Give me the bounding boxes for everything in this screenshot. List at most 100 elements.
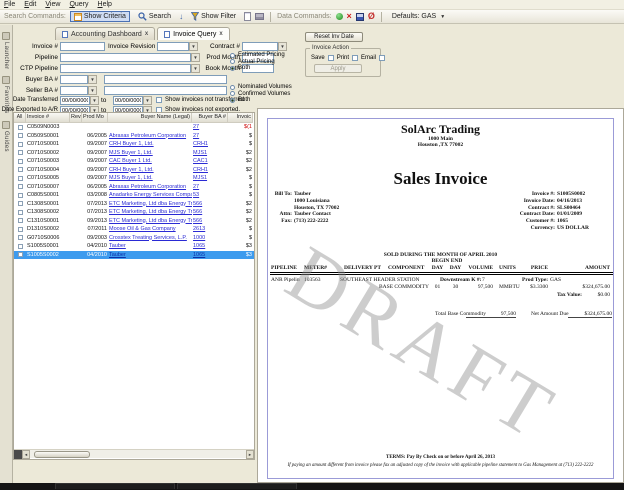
print-preview-icon[interactable] <box>244 12 251 21</box>
cell-buyer-name-link[interactable]: Anadarko Energy Services Company <box>108 191 192 200</box>
cell-buyer-ba-link[interactable]: MJS1 <box>192 149 228 158</box>
pipeline-dropdown[interactable]: ▼ <box>191 53 200 62</box>
ctp-pipeline-input[interactable] <box>60 64 191 73</box>
reset-inv-date-button[interactable]: Reset Inv Date <box>305 32 363 42</box>
apply-button[interactable]: Apply <box>314 64 362 73</box>
cell-buyer-name-link[interactable]: CAC Buyer 1 Ltd. <box>108 157 192 166</box>
row-checkbox[interactable] <box>18 201 23 206</box>
col-buyer-name[interactable]: Buyer Name (Legal) <box>108 113 192 123</box>
table-row[interactable]: C1308S0002 07/2013 ETC Marketing, Ltd db… <box>14 208 254 217</box>
col-revision[interactable]: Rev. <box>70 113 82 123</box>
cell-buyer-ba-link[interactable]: 566 <box>192 217 228 226</box>
buyer-ba-name-input[interactable] <box>104 75 227 84</box>
sidebar-item-guides[interactable]: Guides <box>0 121 12 152</box>
invoice-revision-input[interactable] <box>157 42 189 51</box>
row-checkbox[interactable] <box>18 218 23 223</box>
contract-input[interactable] <box>242 42 278 51</box>
buyer-ba-input[interactable] <box>60 75 88 84</box>
printer-icon[interactable] <box>255 13 264 20</box>
date-transferred-from-dropdown[interactable]: ▼ <box>90 96 99 105</box>
table-row[interactable]: C0710S0003 09/2007 CAC Buyer 1 Ltd. CAC1… <box>14 157 254 166</box>
col-invoice-number[interactable]: Invoice # <box>26 113 70 123</box>
cell-buyer-ba-link[interactable]: 2613 <box>192 225 228 234</box>
date-transferred-from-input[interactable] <box>60 96 90 105</box>
row-checkbox[interactable] <box>18 193 23 198</box>
cell-buyer-name-link[interactable]: ETC Marketing, Ltd dba Energy Transfer <box>108 208 192 217</box>
row-checkbox[interactable] <box>18 210 23 215</box>
row-checkbox[interactable] <box>18 244 23 249</box>
cell-buyer-name-link[interactable]: Abraxas Petroleum Corporation <box>108 132 192 141</box>
invoice-revision-dropdown[interactable]: ▼ <box>189 42 198 51</box>
taskbar-tab[interactable] <box>177 483 297 489</box>
row-checkbox[interactable] <box>18 235 23 240</box>
col-prod-month[interactable]: Prod Mo <box>82 113 108 123</box>
table-row[interactable]: S1005S0002 04/2010 Tauber 1065 $3 <box>14 251 254 260</box>
select-all-button[interactable]: All <box>14 113 26 123</box>
cell-buyer-name-link[interactable]: MJS Buyer 1, Ltd. <box>108 174 192 183</box>
row-checkbox[interactable] <box>18 252 23 257</box>
cell-buyer-name-link[interactable]: Moose Oil & Gas Company <box>108 225 192 234</box>
cell-buyer-ba-link[interactable]: CAC1 <box>192 157 228 166</box>
cell-buyer-ba-link[interactable]: 1000 <box>192 234 228 243</box>
cell-buyer-name-link[interactable]: CRH Buyer 1, Ltd. <box>108 166 192 175</box>
cell-buyer-name-link[interactable]: Tauber <box>108 242 192 251</box>
show-filter-button[interactable]: Show Filter <box>187 11 240 22</box>
table-row[interactable]: C0509N0003 27 $(1 <box>14 123 254 132</box>
scroll-right-icon[interactable]: ► <box>246 450 254 459</box>
cell-buyer-name-link[interactable]: Abraxas Petroleum Corporation <box>108 183 192 192</box>
cell-buyer-name-link[interactable] <box>108 123 192 132</box>
show-criteria-button[interactable]: Show Criteria <box>70 11 130 22</box>
date-transferred-to-dropdown[interactable]: ▼ <box>143 96 152 105</box>
seller-ba-name-input[interactable] <box>104 86 227 95</box>
row-checkbox[interactable] <box>18 184 23 189</box>
search-button[interactable]: Search <box>134 11 175 22</box>
ctp-pipeline-dropdown[interactable]: ▼ <box>191 64 200 73</box>
row-checkbox[interactable] <box>18 227 23 232</box>
show-not-transferred-checkbox[interactable] <box>156 97 162 103</box>
table-row[interactable]: D1310S0002 07/2011 Moose Oil & Gas Compa… <box>14 225 254 234</box>
table-row[interactable]: C0710S0001 09/2007 CRH Buyer 1, Ltd. CRH… <box>14 140 254 149</box>
menu-view[interactable]: View <box>45 1 60 8</box>
execute-icon[interactable] <box>336 13 343 20</box>
cell-buyer-name-link[interactable]: ETC Marketing, Ltd dba Energy Transfer <box>108 217 192 226</box>
horizontal-scrollbar[interactable]: ◄ ► <box>14 449 254 458</box>
cell-buyer-name-link[interactable]: Tauber <box>108 251 192 260</box>
scroll-left-icon[interactable]: ◄ <box>22 450 30 459</box>
cell-buyer-ba-link[interactable]: MJS1 <box>192 174 228 183</box>
cell-buyer-name-link[interactable]: CRH Buyer 1, Ltd. <box>108 140 192 149</box>
col-buyer-ba[interactable]: Buyer BA # <box>192 113 228 123</box>
cell-buyer-ba-link[interactable]: CRH1 <box>192 140 228 149</box>
save-icon[interactable] <box>356 13 364 21</box>
save-checkbox[interactable] <box>328 55 334 61</box>
cell-buyer-ba-link[interactable]: CRH1 <box>192 166 228 175</box>
row-checkbox[interactable] <box>18 142 23 147</box>
cell-buyer-name-link[interactable]: MJS Buyer 1, Ltd. <box>108 149 192 158</box>
cell-buyer-ba-link[interactable]: 1065 <box>192 242 228 251</box>
row-checkbox[interactable] <box>18 159 23 164</box>
delete-icon[interactable]: × <box>347 12 352 21</box>
table-row[interactable]: C1310S0001 09/2013 ETC Marketing, Ltd db… <box>14 217 254 226</box>
row-checkbox[interactable] <box>18 176 23 181</box>
table-row[interactable]: C0710S0007 06/2005 Abraxas Petroleum Cor… <box>14 183 254 192</box>
menu-file[interactable]: File <box>4 1 15 8</box>
table-row[interactable]: G0710S0006 09/2003 Crosstex Treating Ser… <box>14 234 254 243</box>
row-checkbox[interactable] <box>18 150 23 155</box>
radio-volumes-both[interactable]: Both <box>230 97 320 104</box>
table-row[interactable]: C0805S0001 03/2008 Anadarko Energy Servi… <box>14 191 254 200</box>
sidebar-item-launcher[interactable]: Launcher <box>0 32 12 69</box>
row-checkbox[interactable] <box>18 167 23 172</box>
menu-query[interactable]: Query <box>69 1 88 8</box>
print-checkbox[interactable] <box>352 55 358 61</box>
cell-buyer-ba-link[interactable]: 27 <box>192 132 228 141</box>
menu-edit[interactable]: Edit <box>24 1 36 8</box>
table-row[interactable]: C0710S0005 09/2007 MJS Buyer 1, Ltd. MJS… <box>14 174 254 183</box>
cell-buyer-ba-link[interactable]: 27 <box>192 183 228 192</box>
taskbar-tab[interactable] <box>55 483 175 489</box>
contract-dropdown[interactable]: ▼ <box>278 42 287 51</box>
row-checkbox[interactable] <box>18 125 23 130</box>
cell-buyer-ba-link[interactable]: 566 <box>192 208 228 217</box>
table-row[interactable]: C0710S0002 09/2007 MJS Buyer 1, Ltd. MJS… <box>14 149 254 158</box>
scrollbar-track[interactable] <box>30 450 246 459</box>
seller-ba-input[interactable] <box>60 86 88 95</box>
cell-buyer-ba-link[interactable]: 1065 <box>192 251 228 260</box>
